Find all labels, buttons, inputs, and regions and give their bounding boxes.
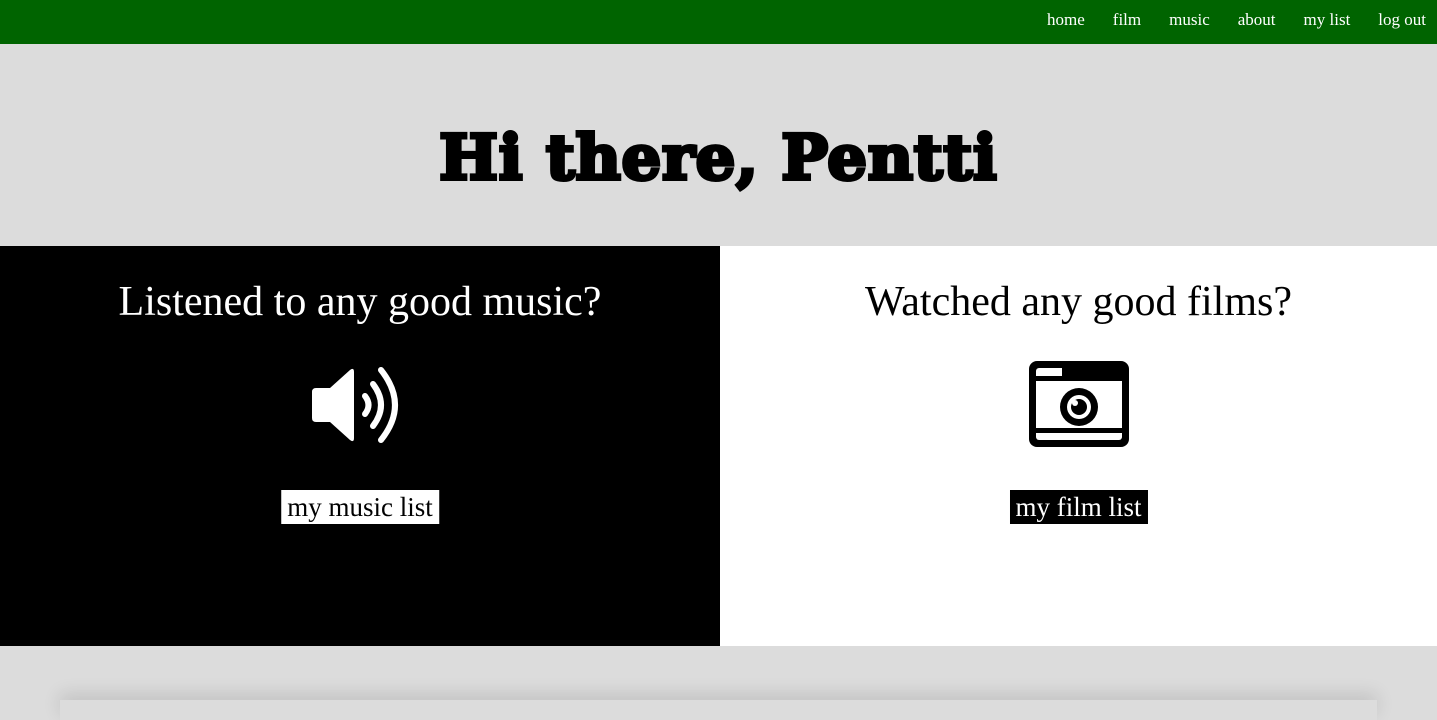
music-heading: Listened to any good music? (118, 279, 602, 325)
camera-icon (720, 360, 1437, 450)
nav-menu: home film music about my list log out (1019, 0, 1426, 40)
nav-link-about[interactable]: about (1238, 10, 1276, 29)
nav-item-about: about (1238, 10, 1276, 30)
nav-item-music: music (1169, 10, 1210, 30)
nav-item-my-list: my list (1304, 10, 1351, 30)
speaker-icon (0, 360, 720, 450)
nav-link-music[interactable]: music (1169, 10, 1210, 29)
nav-link-log-out[interactable]: log out (1378, 10, 1426, 29)
my-music-list-link[interactable]: my music list (281, 490, 439, 524)
nav-item-home: home (1047, 10, 1085, 30)
nav-item-film: film (1113, 10, 1141, 30)
music-panel: Listened to any good music? my music lis… (0, 246, 720, 646)
hero-section: Hi there, Pentti (0, 44, 1437, 246)
nav-link-my-list[interactable]: my list (1304, 10, 1351, 29)
my-film-list-link[interactable]: my film list (1009, 490, 1148, 524)
nav-link-home[interactable]: home (1047, 10, 1085, 29)
top-navigation-bar: home film music about my list log out (0, 0, 1437, 44)
nav-link-film[interactable]: film (1113, 10, 1141, 29)
footer-shadow (60, 700, 1377, 720)
film-panel: Watched any good films? my film list (720, 246, 1437, 646)
greeting-title: Hi there, Pentti (437, 119, 998, 196)
nav-item-log-out: log out (1378, 10, 1426, 30)
film-heading: Watched any good films? (865, 279, 1292, 325)
